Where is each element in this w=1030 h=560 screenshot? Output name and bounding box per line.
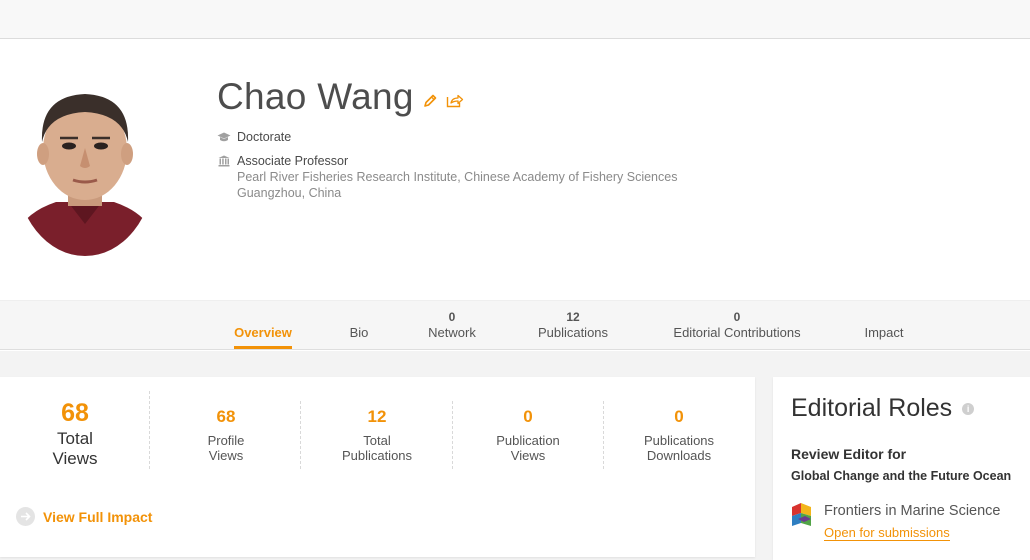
research-topic-name[interactable]: Global Change and the Future Ocean — [791, 469, 1011, 483]
info-icon[interactable]: i — [962, 402, 975, 415]
view-full-impact-label: View Full Impact — [43, 508, 153, 525]
stat-label: Views — [208, 448, 244, 463]
tab-label: Editorial Contributions — [673, 325, 801, 340]
editorial-roles-heading: Editorial Roles i — [791, 394, 975, 423]
publication-views-stat: 0 Publication Views — [463, 407, 593, 463]
divider — [300, 401, 301, 469]
tab-count: 0 — [733, 310, 741, 324]
tab-impact[interactable]: Impact — [856, 301, 912, 351]
institution-icon — [217, 155, 231, 167]
arrow-right-icon — [16, 507, 35, 526]
stat-label: Downloads — [646, 448, 712, 463]
pencil-icon[interactable] — [423, 94, 437, 112]
tab-publications[interactable]: 12 Publications — [530, 301, 616, 351]
divider — [149, 391, 150, 469]
tab-label: Network — [428, 325, 476, 340]
divider — [452, 401, 453, 469]
stat-value: 68 — [216, 407, 236, 426]
profile-tabs: Overview Bio 0 Network 12 Publications 0… — [0, 300, 1030, 350]
profile-views-stat: 68 Profile Views — [161, 407, 291, 463]
tab-bio[interactable]: Bio — [341, 301, 377, 351]
stat-label: Total — [363, 433, 391, 448]
tab-count: 0 — [448, 310, 456, 324]
tab-editorial-contributions[interactable]: 0 Editorial Contributions — [662, 301, 812, 351]
stat-label: Views — [510, 448, 546, 463]
tab-network[interactable]: 0 Network — [420, 301, 484, 351]
degree-text: Doctorate — [237, 130, 292, 144]
publications-downloads-stat: 0 Publications Downloads — [614, 407, 744, 463]
top-nav-bar — [0, 0, 1030, 39]
stat-label: Profile — [207, 433, 245, 448]
profile-name: Chao Wang — [217, 76, 414, 117]
share-icon[interactable] — [446, 93, 464, 113]
stat-value: 0 — [674, 407, 684, 426]
journal-logo — [789, 502, 815, 535]
editorial-roles-title: Editorial Roles — [791, 394, 953, 422]
open-for-submissions-link[interactable]: Open for submissions — [824, 525, 950, 541]
institution-text: Pearl River Fisheries Research Institute… — [237, 170, 678, 184]
stat-label: Total — [57, 429, 93, 448]
impact-stats-card: 68 Total Views 68 Profile Views 12 Total… — [0, 377, 755, 557]
view-full-impact-link[interactable]: View Full Impact — [16, 507, 152, 526]
profile-avatar — [16, 84, 154, 256]
journal-name[interactable]: Frontiers in Marine Science — [824, 503, 1001, 519]
tab-label: Impact — [864, 325, 904, 340]
stat-value: 12 — [367, 407, 387, 426]
tab-overview[interactable]: Overview — [234, 301, 292, 351]
stat-value: 68 — [61, 399, 89, 427]
review-editor-label: Review Editor for — [791, 446, 907, 462]
total-views-stat: 68 Total Views — [30, 399, 120, 468]
stat-label: Publications — [341, 448, 413, 463]
editorial-roles-card: Editorial Roles i Review Editor for Glob… — [773, 377, 1030, 560]
stat-value: 0 — [523, 407, 533, 426]
active-tab-indicator — [234, 346, 292, 349]
total-publications-stat: 12 Total Publications — [312, 407, 442, 463]
tab-label: Bio — [349, 325, 369, 340]
tab-label: Overview — [234, 325, 292, 340]
profile-name-row: Chao Wang — [217, 76, 464, 118]
stat-label: Publication — [496, 433, 560, 448]
stat-label: Publications — [643, 433, 715, 448]
position-line: Associate Professor — [217, 154, 348, 168]
tab-count: 12 — [566, 310, 580, 324]
location-text: Guangzhou, China — [237, 186, 342, 200]
position-text: Associate Professor — [237, 154, 349, 168]
degree-line: Doctorate — [217, 130, 291, 144]
stat-label: Views — [52, 449, 98, 468]
tab-label: Publications — [537, 325, 609, 340]
divider — [603, 401, 604, 469]
graduation-cap-icon — [217, 132, 231, 143]
